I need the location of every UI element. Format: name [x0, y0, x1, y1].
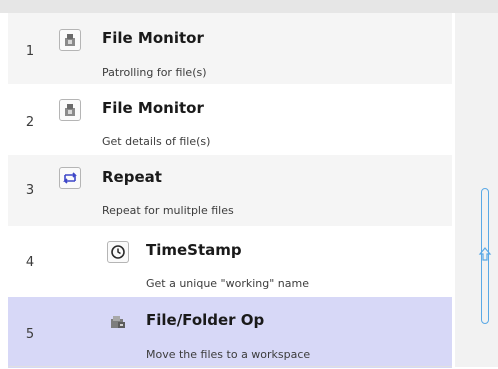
- clock-icon: [107, 241, 129, 263]
- step-number: 1: [25, 44, 35, 59]
- step-number: 4: [25, 255, 35, 270]
- step-number: 5: [25, 327, 35, 342]
- file-folder-op-icon: [107, 311, 129, 333]
- step-title: TimeStamp: [146, 241, 242, 259]
- step-title: Repeat: [102, 168, 162, 186]
- workflow-step-row-selected[interactable]: 5 File/Folder Op Move the files to a wor…: [8, 297, 452, 368]
- workflow-step-row[interactable]: 4 TimeStamp Get a unique "working" name: [8, 226, 452, 297]
- step-description: Get a unique "working" name: [146, 277, 309, 290]
- scroll-up-arrow-icon[interactable]: [476, 246, 494, 262]
- repeat-icon: [59, 167, 81, 189]
- workflow-step-row[interactable]: 3 Repeat Repeat for mulitple files: [8, 155, 452, 226]
- step-title: File Monitor: [102, 99, 204, 117]
- right-gutter: [455, 13, 498, 367]
- workflow-step-row[interactable]: 2 File Monitor Get details of file(s): [8, 84, 452, 155]
- step-title: File Monitor: [102, 29, 204, 47]
- step-description: Get details of file(s): [102, 135, 211, 148]
- step-number: 3: [25, 183, 35, 198]
- step-description: Move the files to a workspace: [146, 348, 311, 361]
- step-description: Patrolling for file(s): [102, 66, 207, 79]
- step-description: Repeat for mulitple files: [102, 204, 234, 217]
- file-monitor-icon: [59, 99, 81, 121]
- top-bar: [0, 0, 498, 13]
- list-bottom-border: [8, 366, 452, 367]
- step-title: File/Folder Op: [146, 311, 265, 329]
- workflow-step-list: 1 File Monitor Patrolling for file(s) 2 …: [8, 13, 452, 368]
- workflow-step-row[interactable]: 1 File Monitor Patrolling for file(s): [8, 13, 452, 84]
- file-monitor-icon: [59, 29, 81, 51]
- step-number: 2: [25, 115, 35, 130]
